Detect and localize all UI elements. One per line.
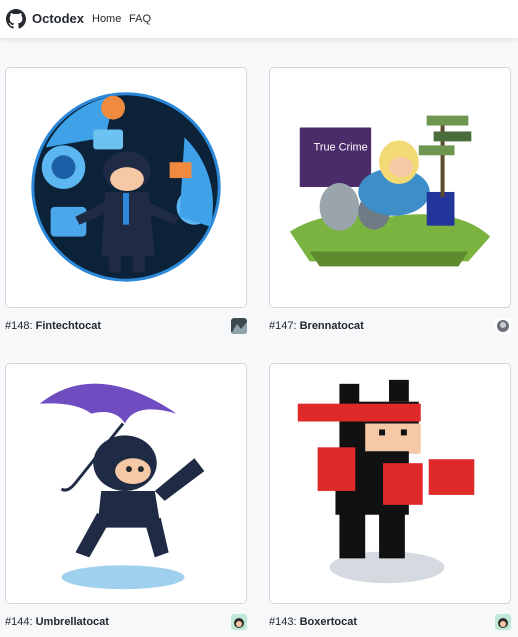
card-number: #148: xyxy=(5,320,33,332)
card-name: Fintechtocat xyxy=(35,320,101,332)
top-navbar: Octodex Home FAQ xyxy=(0,0,518,38)
card-caption[interactable]: #143: Boxertocat xyxy=(269,616,357,628)
boxertocat-illustration xyxy=(297,379,475,584)
card-caption[interactable]: #148: Fintechtocat xyxy=(5,320,101,332)
author-avatar-icon[interactable] xyxy=(231,318,247,334)
card-number: #147: xyxy=(269,320,297,332)
card-name: Umbrellatocat xyxy=(35,616,109,628)
card-name: Brennatocat xyxy=(299,320,364,332)
card-caption[interactable]: #147: Brennatocat xyxy=(269,320,364,332)
author-avatar-icon[interactable] xyxy=(495,614,511,630)
brand-title[interactable]: Octodex xyxy=(32,11,84,26)
card-number: #143: xyxy=(269,616,297,628)
brennatocat-illustration: True Crime xyxy=(289,115,491,267)
card-name: Boxertocat xyxy=(299,616,358,628)
author-avatar-icon[interactable] xyxy=(495,318,511,334)
octocat-card-umbrellatocat[interactable] xyxy=(5,363,247,604)
true-crime-sign-text: True Crime xyxy=(314,141,368,153)
octocat-card-fintechtocat[interactable] xyxy=(5,67,247,308)
octocat-card-boxertocat[interactable] xyxy=(269,363,511,604)
umbrellatocat-illustration xyxy=(39,383,205,590)
nav-link-faq[interactable]: FAQ xyxy=(129,13,151,25)
fintechtocat-illustration xyxy=(31,92,221,282)
card-caption[interactable]: #144: Umbrellatocat xyxy=(5,616,109,628)
nav-link-home[interactable]: Home xyxy=(92,13,121,25)
octocat-card-brennatocat[interactable]: True Crime xyxy=(269,67,511,308)
card-number: #144: xyxy=(5,616,33,628)
github-mark-icon[interactable] xyxy=(6,9,26,29)
author-avatar-icon[interactable] xyxy=(231,614,247,630)
